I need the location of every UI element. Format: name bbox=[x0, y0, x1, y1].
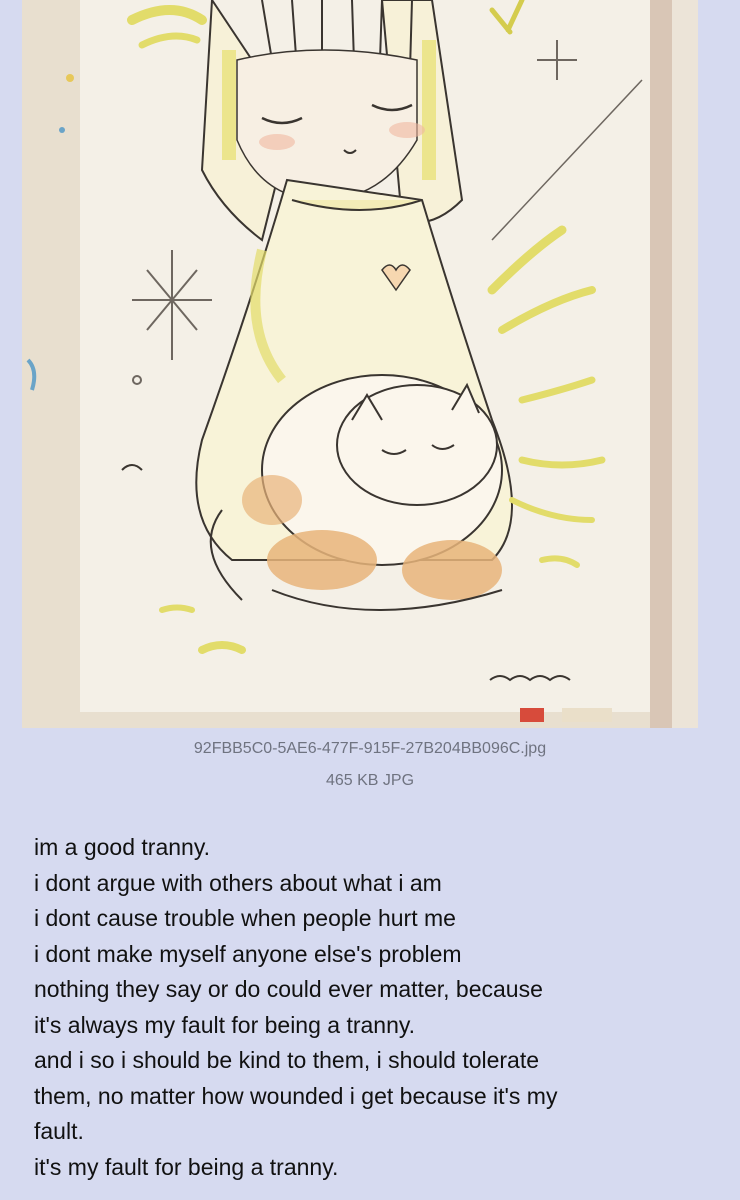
message-line: and i so i should be kind to them, i sho… bbox=[34, 1047, 540, 1073]
drawing-illustration bbox=[22, 0, 698, 728]
message-line: nothing they say or do could ever matter… bbox=[34, 976, 543, 1002]
message-line: i dont make myself anyone else's problem bbox=[34, 940, 462, 967]
file-name-link[interactable]: 92FBB5C0-5AE6-477F-915F-27B204BB096C.jpg bbox=[0, 738, 740, 760]
message-line: fault. bbox=[34, 1118, 84, 1144]
file-info: 92FBB5C0-5AE6-477F-915F-27B204BB096C.jpg… bbox=[0, 738, 740, 792]
message-line: im a good tranny. bbox=[34, 834, 211, 860]
file-meta: 465 KB JPG bbox=[325, 772, 415, 789]
message-line: i dont cause trouble when people hurt me bbox=[34, 905, 456, 931]
message-line: i dont argue with others about what i am bbox=[34, 869, 442, 896]
post: 92FBB5C0-5AE6-477F-915F-27B204BB096C.jpg… bbox=[0, 0, 740, 1200]
message-line: them, no matter how wounded i get becaus… bbox=[34, 1082, 558, 1109]
message-line: it's always my fault for being a tranny. bbox=[34, 1011, 416, 1038]
message-line: it's my fault for being a tranny. bbox=[34, 1153, 339, 1180]
post-message: im a good tranny. i dont argue with othe… bbox=[34, 830, 724, 1185]
post-image[interactable] bbox=[22, 0, 698, 728]
